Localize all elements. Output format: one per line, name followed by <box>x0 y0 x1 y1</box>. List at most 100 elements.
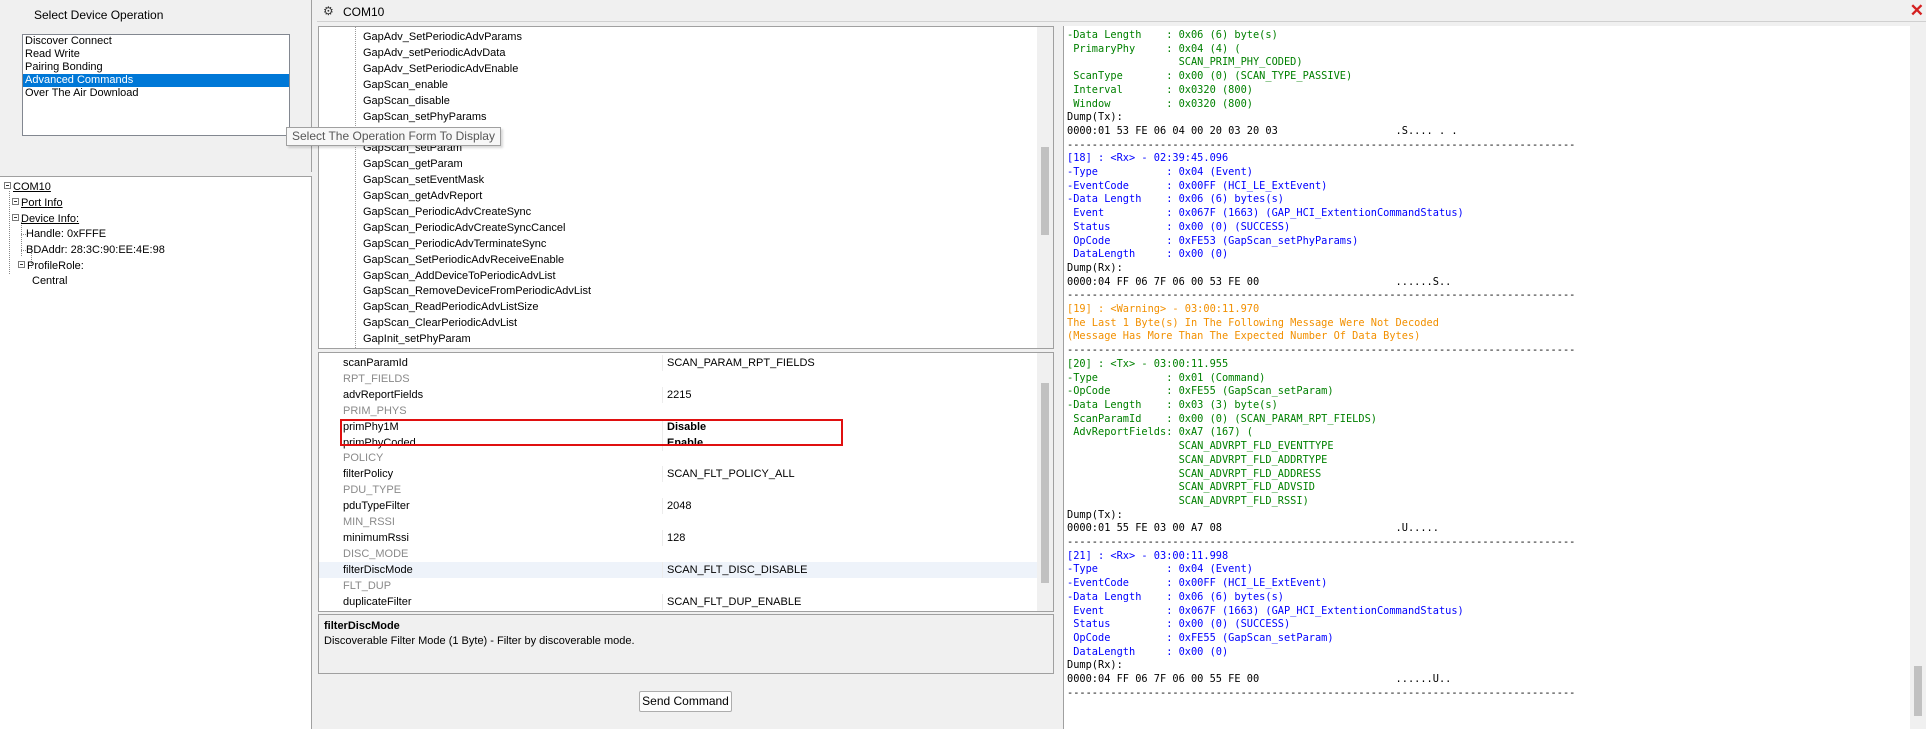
tree-node-port-info[interactable]: Port Info <box>12 196 63 210</box>
command-item[interactable]: GapAdv_SetPeriodicAdvEnable <box>363 62 518 76</box>
property-grid[interactable]: scanParamId SCAN_PARAM_RPT_FIELDS RPT_FIEL… <box>318 352 1054 612</box>
tree-node-profile-role[interactable]: ProfileRole: <box>18 259 84 273</box>
message-log-scrollbar[interactable] <box>1910 26 1926 729</box>
property-name: filterPolicy <box>343 468 394 481</box>
command-tree-scrollbar[interactable] <box>1037 27 1053 348</box>
scrollbar-thumb[interactable] <box>1041 383 1049 583</box>
log-line: -Data Length : 0x06 (6) bytes(s) <box>1067 590 1284 603</box>
column-divider <box>662 529 663 546</box>
property-value[interactable]: 2215 <box>667 387 691 403</box>
log-line: Window : 0x0320 (800) <box>1067 97 1253 110</box>
device-operation-panel: Select Device Operation Discover Connect… <box>0 0 312 172</box>
property-value[interactable]: SCAN_FLT_POLICY_ALL <box>667 466 795 482</box>
command-tree[interactable]: GapAdv_SetPeriodicAdvParams GapAdv_setPer… <box>318 26 1054 349</box>
tree-node-label: Device Info: <box>21 213 80 225</box>
property-name: minimumRssi <box>343 531 409 544</box>
log-line: Event : 0x067F (1663) (GAP_HCI_Extention… <box>1067 604 1464 617</box>
device-tree-panel: COM10 Port Info Device Info: Handle: 0xF… <box>0 176 312 729</box>
tree-node-central[interactable]: Central <box>32 274 67 288</box>
log-line: AdvReportFields: 0xA7 (167) ( <box>1067 426 1253 439</box>
tree-node-device-info[interactable]: Device Info: <box>12 212 79 226</box>
property-name: FLT_DUP <box>343 579 392 592</box>
column-divider <box>662 561 663 578</box>
log-line: The Last 1 Byte(s) In The Following Mess… <box>1067 316 1439 329</box>
command-item[interactable]: GapScan_enable <box>363 78 448 92</box>
scrollbar-thumb[interactable] <box>1914 666 1922 716</box>
send-command-button[interactable]: Send Command <box>639 691 732 712</box>
highlight-box <box>340 419 843 446</box>
property-row[interactable]: filterPolicy SCAN_FLT_POLICY_ALL <box>319 466 1037 483</box>
collapse-icon[interactable] <box>12 214 19 221</box>
command-item[interactable]: GapScan_ReadPeriodicAdvListSize <box>363 300 539 314</box>
collapse-icon[interactable] <box>18 261 25 268</box>
collapse-icon[interactable] <box>4 182 11 189</box>
scrollbar-thumb[interactable] <box>1041 147 1049 235</box>
command-item[interactable]: GapScan_SetPeriodicAdvReceiveEnable <box>363 253 564 267</box>
property-value[interactable]: SCAN_PARAM_RPT_FIELDS <box>667 355 815 371</box>
command-item[interactable]: GapScan_PeriodicAdvTerminateSync <box>363 237 546 251</box>
device-operation-list[interactable]: Discover Connect Read Write Pairing Bondin… <box>22 34 290 136</box>
log-line: Dump(Rx): <box>1067 659 1123 672</box>
tree-node-bdaddr[interactable]: BDAddr: 28:3C:90:EE:4E:98 <box>26 243 165 257</box>
command-item[interactable]: GapScan_getAdvReport <box>363 189 482 203</box>
command-item[interactable]: GapAdv_setPeriodicAdvData <box>363 46 505 60</box>
log-line: ----------------------------------------… <box>1067 686 1576 699</box>
device-operation-item[interactable]: Pairing Bonding <box>23 61 289 74</box>
device-operation-item[interactable]: Over The Air Download <box>23 87 289 100</box>
log-line: Dump(Tx): <box>1067 508 1123 521</box>
expand-icon[interactable] <box>12 198 19 205</box>
property-name: POLICY <box>343 452 384 465</box>
property-name: MIN_RSSI <box>343 516 395 528</box>
column-divider <box>662 355 663 371</box>
command-item[interactable]: GapScan_PeriodicAdvCreateSyncCancel <box>363 221 565 235</box>
close-icon[interactable]: ✕ <box>1910 0 1924 22</box>
property-row[interactable]: minimumRssi 128 <box>319 529 1037 546</box>
device-operation-item[interactable]: Read Write <box>23 48 289 61</box>
device-operation-title: Select Device Operation <box>34 8 164 22</box>
log-line: ----------------------------------------… <box>1067 289 1576 302</box>
property-row[interactable]: advReportFields 2215 <box>319 386 1037 403</box>
command-item[interactable]: GapScan_setPhyParams <box>363 110 487 124</box>
property-row[interactable]: scanParamId SCAN_PARAM_RPT_FIELDS <box>319 355 1037 371</box>
command-item[interactable]: GapInit_setPhyParam <box>363 332 471 346</box>
message-log[interactable]: -Data Length : 0x06 (6) byte(s) PrimaryP… <box>1063 26 1926 729</box>
log-line: -Data Length : 0x06 (6) byte(s) <box>1067 29 1278 41</box>
property-category: POLICY <box>319 450 1037 466</box>
property-value[interactable]: 2048 <box>667 498 691 514</box>
property-category: DISC_MODE <box>319 546 1037 562</box>
property-name: filterDiscMode <box>343 563 413 576</box>
window-title: COM10 <box>343 5 385 19</box>
command-item[interactable]: GapScan_getParam <box>363 157 463 171</box>
tree-node-label: Port Info <box>21 197 63 209</box>
tree-node-handle[interactable]: Handle: 0xFFFE <box>26 227 106 241</box>
command-item[interactable]: GapScan_PeriodicAdvCreateSync <box>363 205 531 219</box>
log-line: 0000:01 53 FE 06 04 00 20 03 20 03 .S...… <box>1067 124 1458 137</box>
property-category: RPT_FIELDS <box>319 371 1037 387</box>
command-item[interactable]: GapScan_RemoveDeviceFromPeriodicAdvList <box>363 284 591 298</box>
property-value[interactable]: SCAN_FLT_DUP_ENABLE <box>667 594 801 610</box>
command-item[interactable]: GapScan_setEventMask <box>363 173 484 187</box>
log-line: OpCode : 0xFE53 (GapScan_setPhyParams) <box>1067 234 1359 247</box>
property-grid-scrollbar[interactable] <box>1037 353 1053 611</box>
log-line: SCAN_PRIM_PHY_CODED) <box>1067 56 1303 69</box>
property-value[interactable]: 128 <box>667 530 685 546</box>
tree-node-com10[interactable]: COM10 <box>4 180 51 194</box>
property-value[interactable]: SCAN_FLT_DISC_DISABLE <box>667 562 807 578</box>
property-row[interactable]: pduTypeFilter 2048 <box>319 498 1037 515</box>
property-row[interactable]: filterDiscMode SCAN_FLT_DISC_DISABLE <box>319 561 1037 578</box>
log-line: OpCode : 0xFE55 (GapScan_setParam) <box>1067 631 1334 644</box>
property-category: FLT_DUP <box>319 578 1037 594</box>
device-operation-item[interactable]: Discover Connect <box>23 35 289 48</box>
log-line: -Type : 0x04 (Event) <box>1067 166 1253 179</box>
command-item[interactable]: GapScan_AddDeviceToPeriodicAdvList <box>363 269 556 283</box>
command-item[interactable]: GapAdv_SetPeriodicAdvParams <box>363 30 522 44</box>
property-row[interactable]: duplicateFilter SCAN_FLT_DUP_ENABLE <box>319 593 1037 610</box>
log-line: Event : 0x067F (1663) (GAP_HCI_Extention… <box>1067 207 1464 220</box>
log-line: SCAN_ADVRPT_FLD_EVENTTYPE <box>1067 440 1334 453</box>
app-icon: ⚙ <box>323 4 334 18</box>
log-line: ----------------------------------------… <box>1067 138 1576 151</box>
command-item[interactable]: GapScan_disable <box>363 94 450 108</box>
log-line: 0000:04 FF 06 7F 06 00 53 FE 00 ......S.… <box>1067 275 1452 288</box>
device-operation-item[interactable]: Advanced Commands <box>23 74 289 87</box>
command-item[interactable]: GapScan_ClearPeriodicAdvList <box>363 316 517 330</box>
